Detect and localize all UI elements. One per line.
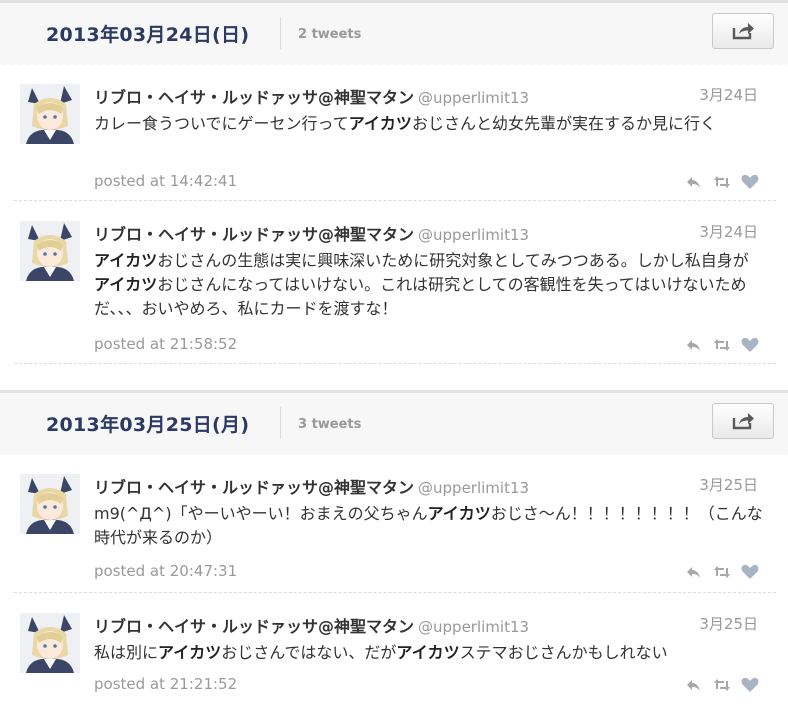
posted-at[interactable]: posted at 14:42:41 (94, 172, 237, 190)
user-handle[interactable]: @upperlimit13 (418, 618, 529, 636)
tweet: リブロ・ヘイサ・ルッドァッサ@神聖マタン @upperlimit13 3月25日 … (14, 593, 776, 708)
tweet-date[interactable]: 3月24日 (699, 221, 758, 242)
user-handle[interactable]: @upperlimit13 (418, 479, 529, 497)
posted-at[interactable]: posted at 20:47:31 (94, 562, 237, 580)
tweet: リブロ・ヘイサ・ルッドァッサ@神聖マタン @upperlimit13 3月25日 … (14, 454, 776, 593)
text-segment: カレー食うついでにゲーセン行って (94, 114, 349, 133)
avatar[interactable] (20, 84, 80, 144)
avatar[interactable] (20, 613, 80, 673)
tweet-text: 私は別にアイカツおじさんではない、だがアイカツステマおじさんかもしれない (94, 641, 764, 665)
tweet-text: カレー食うついでにゲーセン行ってアイカツおじさんと幼女先輩が実在するか見に行く (94, 112, 764, 136)
day-date: 2013年03月24日(日) (46, 24, 250, 46)
favorite-icon[interactable] (740, 174, 760, 190)
day-header: 2013年03月24日(日) 2 tweets (0, 0, 788, 69)
tweet-list: リブロ・ヘイサ・ルッドァッサ@神聖マタン @upperlimit13 3月25日 … (0, 454, 788, 708)
retweet-icon[interactable] (712, 337, 732, 353)
retweet-icon[interactable] (712, 677, 732, 693)
text-segment: おじさんになってはいけない。これは研究としての客観性を失ってはいけないためだ、、… (94, 275, 747, 318)
hashtag-keyword: アイカツ (158, 643, 222, 662)
hashtag-keyword: アイカツ (94, 275, 158, 294)
tweet-actions (684, 337, 760, 353)
divider (280, 17, 281, 49)
tweet-date[interactable]: 3月25日 (699, 613, 758, 634)
tweet-count: 2 tweets (298, 27, 362, 42)
share-icon (732, 413, 754, 430)
avatar[interactable] (20, 474, 80, 534)
posted-at[interactable]: posted at 21:21:52 (94, 675, 237, 693)
favorite-icon[interactable] (740, 337, 760, 353)
tweet-actions (684, 677, 760, 693)
share-button[interactable] (712, 13, 774, 49)
user-name[interactable]: リブロ・ヘイサ・ルッドァッサ@神聖マタン @upperlimit13 (94, 221, 529, 245)
hashtag-keyword: アイカツ (427, 504, 491, 523)
retweet-icon[interactable] (712, 564, 732, 580)
share-button[interactable] (712, 403, 774, 439)
reply-icon[interactable] (684, 337, 704, 353)
reply-icon[interactable] (684, 564, 704, 580)
favorite-icon[interactable] (740, 677, 760, 693)
text-segment: m9(^Д^)「やーいやーい！おまえの父ちゃん (94, 504, 428, 523)
day-header: 2013年03月25日(月) 3 tweets (0, 390, 788, 459)
text-segment: おじさんの生態は実に興味深いために研究対象としてみつつある。しかし私自身が (157, 251, 749, 270)
tweet-date[interactable]: 3月24日 (699, 84, 758, 105)
hashtag-keyword: アイカツ (396, 643, 460, 662)
tweet-text: m9(^Д^)「やーいやーい！おまえの父ちゃんアイカツおじさ～ん！！！！！！！！… (94, 502, 764, 550)
reply-icon[interactable] (684, 174, 704, 190)
text-segment: 私は別に (94, 643, 159, 662)
hashtag-keyword: アイカツ (348, 114, 412, 133)
tweet-actions (684, 174, 760, 190)
user-name[interactable]: リブロ・ヘイサ・ルッドァッサ@神聖マタン @upperlimit13 (94, 84, 529, 108)
tweet-actions (684, 564, 760, 580)
text-segment: ステマおじさんかもしれない (459, 643, 668, 662)
hashtag-keyword: アイカツ (94, 251, 158, 270)
user-handle[interactable]: @upperlimit13 (418, 89, 529, 107)
day-date: 2013年03月25日(月) (46, 414, 250, 436)
share-icon (732, 23, 754, 40)
retweet-icon[interactable] (712, 174, 732, 190)
tweet-text: アイカツおじさんの生態は実に興味深いために研究対象としてみつつある。しかし私自身… (94, 249, 764, 321)
avatar[interactable] (20, 221, 80, 281)
tweet: リブロ・ヘイサ・ルッドァッサ@神聖マタン @upperlimit13 3月24日 … (14, 64, 776, 201)
user-name[interactable]: リブロ・ヘイサ・ルッドァッサ@神聖マタン @upperlimit13 (94, 613, 529, 637)
tweet-list: リブロ・ヘイサ・ルッドァッサ@神聖マタン @upperlimit13 3月24日 … (0, 64, 788, 364)
user-handle[interactable]: @upperlimit13 (418, 226, 529, 244)
tweet-date[interactable]: 3月25日 (699, 474, 758, 495)
favorite-icon[interactable] (740, 564, 760, 580)
tweet: リブロ・ヘイサ・ルッドァッサ@神聖マタン @upperlimit13 3月24日 … (14, 201, 776, 364)
tweet-count: 3 tweets (298, 417, 362, 432)
text-segment: おじさんと幼女先輩が実在するか見に行く (411, 114, 716, 133)
text-segment: おじさんではない、だが (221, 643, 397, 662)
divider (280, 407, 281, 439)
user-name[interactable]: リブロ・ヘイサ・ルッドァッサ@神聖マタン @upperlimit13 (94, 474, 529, 498)
posted-at[interactable]: posted at 21:58:52 (94, 335, 237, 353)
reply-icon[interactable] (684, 677, 704, 693)
